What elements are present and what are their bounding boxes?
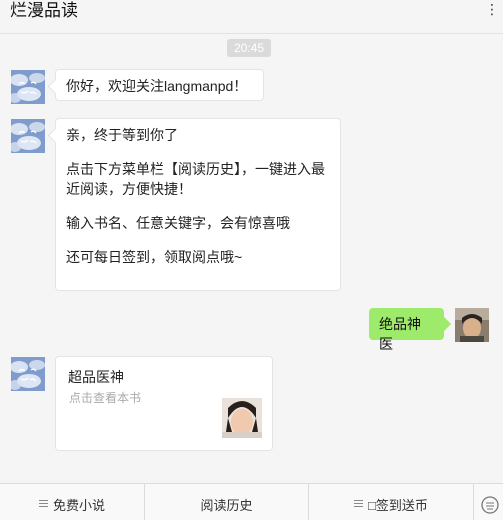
menu-item-free-novels[interactable]: 免费小说: [0, 484, 145, 520]
menu-item-reading-history[interactable]: 阅读历史: [145, 484, 309, 520]
message-text: 点击下方菜单栏【阅读历史】，一键进入最近阅读，方便快捷！: [66, 161, 325, 197]
account-avatar[interactable]: [11, 119, 45, 153]
message-text: 绝品神医: [379, 316, 421, 352]
user-avatar[interactable]: [455, 308, 489, 342]
message-bubble-welcome: 你好，欢迎关注langmanpd！: [55, 69, 264, 101]
chat-header: 烂漫品读 ⋮: [0, 0, 503, 34]
chat-title: 烂漫品读: [10, 1, 78, 20]
more-dots-icon[interactable]: ⋮: [485, 0, 499, 18]
user-message-bubble: 绝品神医: [369, 308, 444, 352]
message-bubble-intro: 亲，终于等到你了 点击下方菜单栏【阅读历史】，一键进入最近阅读，方便快捷！ 输入…: [55, 118, 341, 291]
book-cover-image: [222, 398, 262, 438]
bottom-menu-bar: 免费小说 阅读历史 □签到送币: [0, 483, 503, 520]
message-text: 你好，欢迎关注langmanpd！: [66, 78, 248, 94]
message-timestamp: 20:45: [227, 39, 271, 57]
menu-item-label: □签到送币: [368, 498, 428, 513]
message-text: 亲，终于等到你了: [66, 127, 178, 143]
book-link-card[interactable]: 超品医神 点击查看本书: [55, 356, 273, 451]
account-avatar[interactable]: [11, 70, 45, 104]
message-text: 还可每日签到，领取阅点哦~: [66, 249, 243, 265]
book-card-description: 点击查看本书: [69, 391, 142, 405]
keyboard-toggle-icon[interactable]: [474, 484, 503, 520]
book-card-title: 超品医神: [68, 369, 124, 385]
menu-item-label: 免费小说: [52, 498, 105, 513]
menu-lines-icon: [38, 498, 48, 509]
message-text: 输入书名、任意关键字，会有惊喜哦: [66, 215, 290, 231]
menu-lines-icon: [354, 498, 364, 509]
menu-item-checkin[interactable]: □签到送币: [309, 484, 474, 520]
menu-item-label: 阅读历史: [200, 498, 253, 513]
account-avatar[interactable]: [11, 357, 45, 391]
